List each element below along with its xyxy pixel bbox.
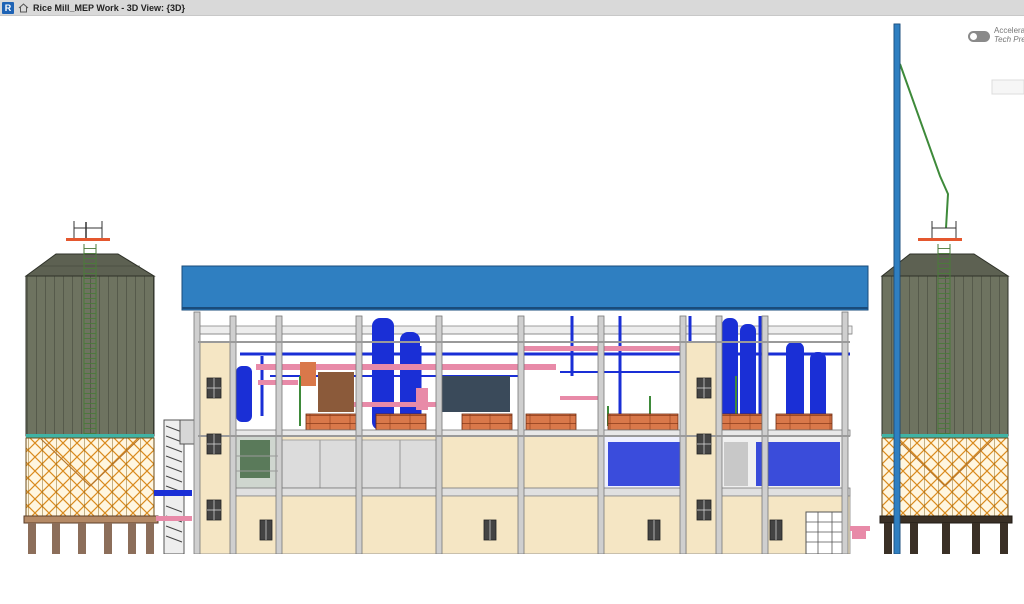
tech-preview-label: Tech Preview	[994, 35, 1024, 44]
left-silo	[23, 221, 159, 554]
accelerated-graphics-overlay: Accelerated Tech Preview	[968, 26, 1024, 44]
revit-app-icon[interactable]: R	[2, 1, 14, 14]
main-building	[181, 265, 870, 554]
window-title: Rice Mill_MEP Work - 3D View: {3D}	[33, 2, 186, 13]
view-cube-icon[interactable]	[991, 79, 1024, 95]
toggle-switch-icon[interactable]	[968, 31, 990, 42]
accelerated-label: Accelerated	[994, 26, 1024, 35]
empty-area	[0, 554, 1024, 604]
window-titlebar: R Rice Mill_MEP Work - 3D View: {3D}	[0, 0, 1024, 16]
left-stair-tower	[154, 419, 197, 554]
home-icon[interactable]	[17, 2, 29, 14]
3d-view-canvas[interactable]	[0, 16, 1024, 554]
elevator-shaft	[893, 23, 901, 554]
building-model-drawing	[23, 23, 1024, 554]
